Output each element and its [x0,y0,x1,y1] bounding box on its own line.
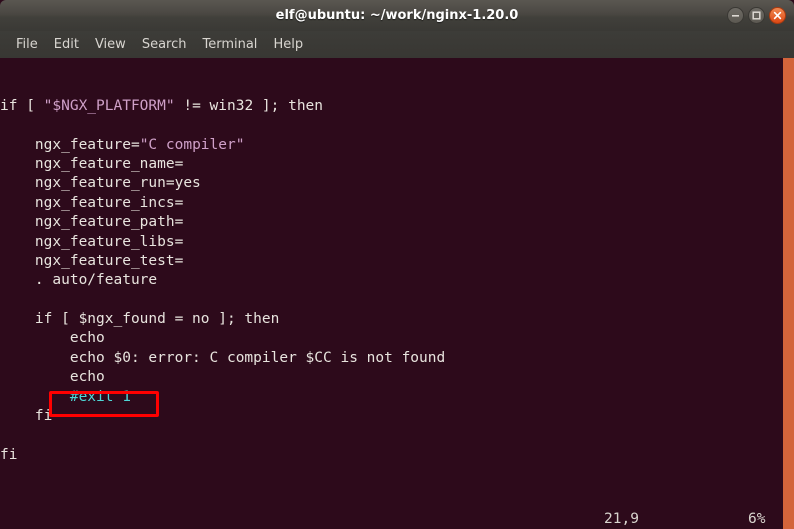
terminal-span: fi [0,446,18,463]
window-titlebar[interactable]: elf@ubuntu: ~/work/nginx-1.20.0 [0,0,794,31]
scroll-percent: 6% [748,511,766,527]
terminal-span: ngx_feature_test= [0,252,184,269]
minimize-button[interactable] [727,7,744,24]
menu-item-help[interactable]: Help [265,35,311,54]
terminal-span: echo [0,330,105,347]
terminal-line: if [ "$NGX_PLATFORM" != win32 ]; then [0,97,445,116]
terminal-span [0,389,70,405]
menu-item-view[interactable]: View [87,35,134,54]
menu-item-edit[interactable]: Edit [46,35,87,54]
maximize-button[interactable] [748,7,765,24]
terminal-span: ngx_feature_run=yes [0,175,201,192]
terminal-scrollbar-thumb[interactable] [783,58,794,529]
terminal-line: fi [0,446,445,465]
terminal-span: "C compiler" [139,136,245,153]
menu-item-file[interactable]: File [8,35,46,54]
terminal-line: #exit 1 [0,388,445,407]
terminal-span: ngx_feature= [0,136,140,153]
terminal-line: ngx_feature="C compiler" [0,136,445,155]
menubar: File Edit View Search Terminal Help [0,31,794,58]
cursor-position: 21,9 [604,511,639,527]
terminal-line: echo [0,368,445,387]
terminal-span: fi [0,408,53,425]
vim-statusline: 21,9 6% [0,507,794,529]
terminal-span: echo $0: error: C compiler $CC is not fo… [0,349,446,366]
menu-item-search[interactable]: Search [134,35,195,54]
close-button[interactable] [769,7,786,24]
terminal-line: if [ $ngx_found = no ]; then [0,310,445,329]
terminal-line: echo [0,329,445,348]
terminal-text-buffer: if [ "$NGX_PLATFORM" != win32 ]; then ng… [0,58,445,465]
terminal-line: . auto/feature [0,271,445,290]
terminal-window: elf@ubuntu: ~/work/nginx-1.20.0 File Edi… [0,0,794,529]
terminal-line: ngx_feature_incs= [0,194,445,213]
terminal-span: if [ [0,97,44,114]
terminal-line: fi [0,407,445,426]
terminal-line: ngx_feature_name= [0,155,445,174]
terminal-line: ngx_feature_run=yes [0,174,445,193]
menu-item-terminal[interactable]: Terminal [194,35,265,54]
terminal-span: "$NGX_PLATFORM" [43,97,175,114]
terminal-body[interactable]: if [ "$NGX_PLATFORM" != win32 ]; then ng… [0,58,794,529]
terminal-scrollbar[interactable] [783,58,794,529]
terminal-span: ngx_feature_name= [0,155,184,172]
terminal-span: ngx_feature_incs= [0,194,184,211]
terminal-line: ngx_feature_test= [0,252,445,271]
terminal-span: ngx_feature_path= [0,214,184,231]
terminal-span: ngx_feature_libs= [0,233,184,250]
terminal-span: #exit 1 [69,388,131,405]
terminal-line: ngx_feature_libs= [0,233,445,252]
terminal-line: ngx_feature_path= [0,213,445,232]
terminal-span: echo [0,369,105,386]
terminal-span: != win32 ]; then [174,97,324,114]
terminal-line: echo $0: error: C compiler $CC is not fo… [0,349,445,368]
terminal-span: . auto/feature [0,272,158,289]
window-title: elf@ubuntu: ~/work/nginx-1.20.0 [275,8,519,23]
terminal-span: if [ $ngx_found = no ]; then [0,311,280,328]
window-controls [727,0,786,31]
